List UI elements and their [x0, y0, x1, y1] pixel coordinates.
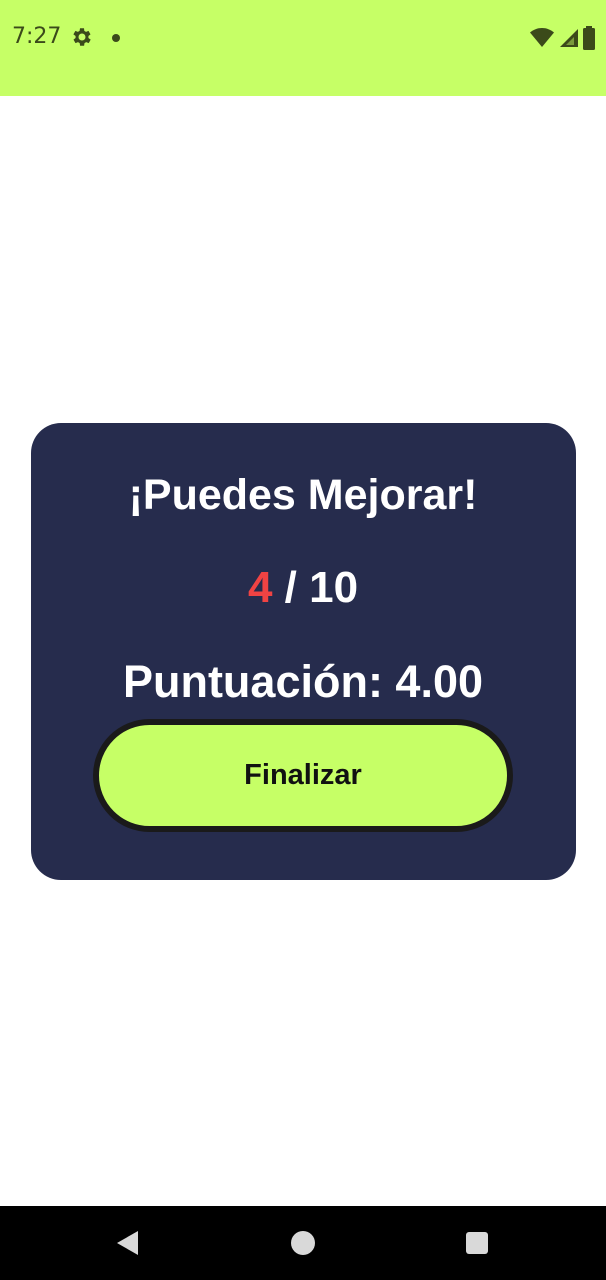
- status-bar: 7:27: [0, 0, 606, 96]
- status-time: 7:27: [12, 24, 62, 49]
- back-icon[interactable]: [116, 1230, 140, 1256]
- puntuacion-text: Puntuación: 4.00: [122, 656, 484, 707]
- status-icons: [530, 26, 596, 50]
- score-display: 4 / 10: [0, 563, 606, 613]
- score-separator: /: [272, 563, 310, 612]
- wifi-icon: [530, 27, 554, 49]
- battery-icon: [582, 26, 596, 50]
- cellular-signal-icon: [558, 27, 578, 49]
- home-icon[interactable]: [291, 1231, 315, 1255]
- gear-icon: [70, 25, 94, 49]
- score-total: 10: [309, 563, 359, 612]
- finish-button[interactable]: Finalizar: [93, 719, 513, 832]
- result-title: ¡Puedes Mejorar!: [128, 471, 478, 519]
- notification-dot-icon: [112, 34, 120, 42]
- score-correct: 4: [247, 563, 273, 612]
- recents-icon[interactable]: [466, 1232, 488, 1254]
